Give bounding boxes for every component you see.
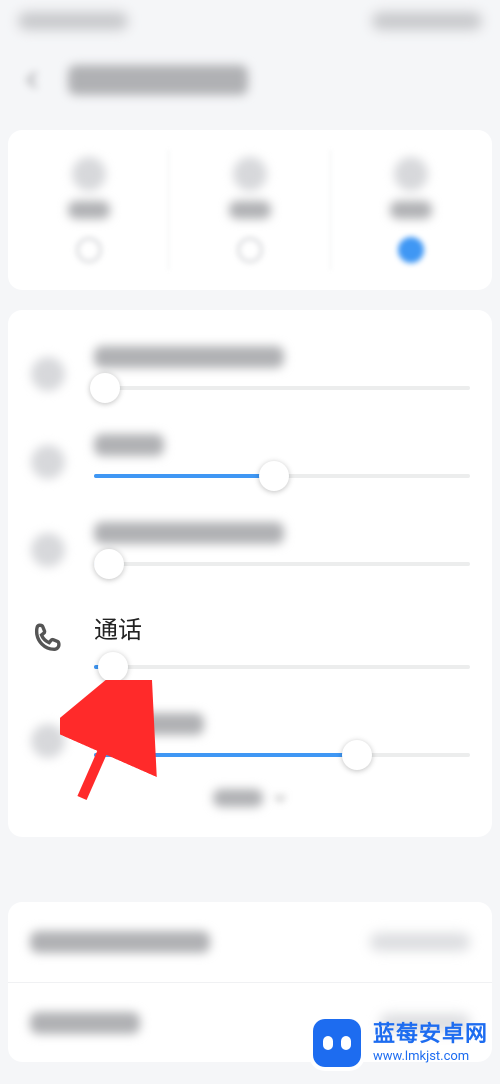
volume-assistant-slider[interactable]	[94, 753, 470, 757]
page-title	[68, 65, 248, 95]
volume-row-media	[30, 416, 470, 504]
status-bar	[0, 0, 500, 42]
status-indicators	[372, 12, 482, 30]
volume-row-alarm	[30, 504, 470, 592]
status-time	[18, 12, 128, 30]
mute-icon	[233, 157, 267, 191]
volume-row-assistant	[30, 695, 470, 783]
settings-row-2-label	[30, 1012, 140, 1034]
chevron-left-icon	[22, 69, 44, 91]
settings-row-1[interactable]	[8, 902, 492, 982]
volume-row-call: 通话	[30, 592, 470, 695]
volume-media-label	[94, 434, 164, 456]
speaker-icon	[30, 444, 66, 480]
slider-thumb[interactable]	[94, 549, 124, 579]
more-label	[213, 789, 263, 807]
slider-fill	[94, 753, 357, 757]
slider-thumb[interactable]	[259, 461, 289, 491]
mode-silent-radio[interactable]	[237, 237, 263, 263]
mode-dnd[interactable]	[331, 130, 492, 290]
bell-icon	[72, 157, 106, 191]
volume-card: 通话	[8, 310, 492, 837]
volume-alarm-label	[94, 522, 284, 544]
mode-ring-radio[interactable]	[76, 237, 102, 263]
volume-row-ringtone	[30, 328, 470, 416]
page-header	[0, 54, 500, 106]
volume-media-slider[interactable]	[94, 474, 470, 478]
watermark-url: www.lmkjst.com	[373, 1049, 488, 1065]
slider-fill	[94, 474, 274, 478]
sound-mode-card	[8, 130, 492, 290]
settings-row-1-value	[370, 933, 470, 951]
back-button[interactable]	[18, 65, 48, 95]
settings-row-1-label	[30, 931, 210, 953]
alarm-icon	[30, 532, 66, 568]
chevron-down-icon	[273, 791, 287, 805]
volume-alarm-slider[interactable]	[94, 562, 470, 566]
volume-call-label: 通话	[94, 610, 470, 645]
moon-icon	[394, 157, 428, 191]
mode-ring[interactable]	[8, 130, 169, 290]
volume-ringtone-label	[94, 346, 284, 368]
mode-ring-label	[68, 201, 110, 219]
phone-icon	[30, 620, 66, 656]
watermark: 蓝莓安卓网 www.lmkjst.com	[313, 1008, 500, 1084]
bell-icon	[30, 356, 66, 392]
mode-silent-label	[229, 201, 271, 219]
slider-thumb[interactable]	[342, 740, 372, 770]
slider-thumb[interactable]	[90, 373, 120, 403]
mic-icon	[30, 723, 66, 759]
more-button[interactable]	[30, 789, 470, 807]
mode-silent[interactable]	[169, 130, 330, 290]
volume-assistant-label	[94, 713, 204, 735]
slider-thumb[interactable]	[98, 652, 128, 682]
volume-call-slider[interactable]	[94, 665, 470, 669]
volume-ringtone-slider[interactable]	[94, 386, 470, 390]
watermark-logo-icon	[313, 1019, 361, 1067]
mode-dnd-radio[interactable]	[398, 237, 424, 263]
mode-dnd-label	[390, 201, 432, 219]
watermark-title: 蓝莓安卓网	[373, 1021, 488, 1049]
